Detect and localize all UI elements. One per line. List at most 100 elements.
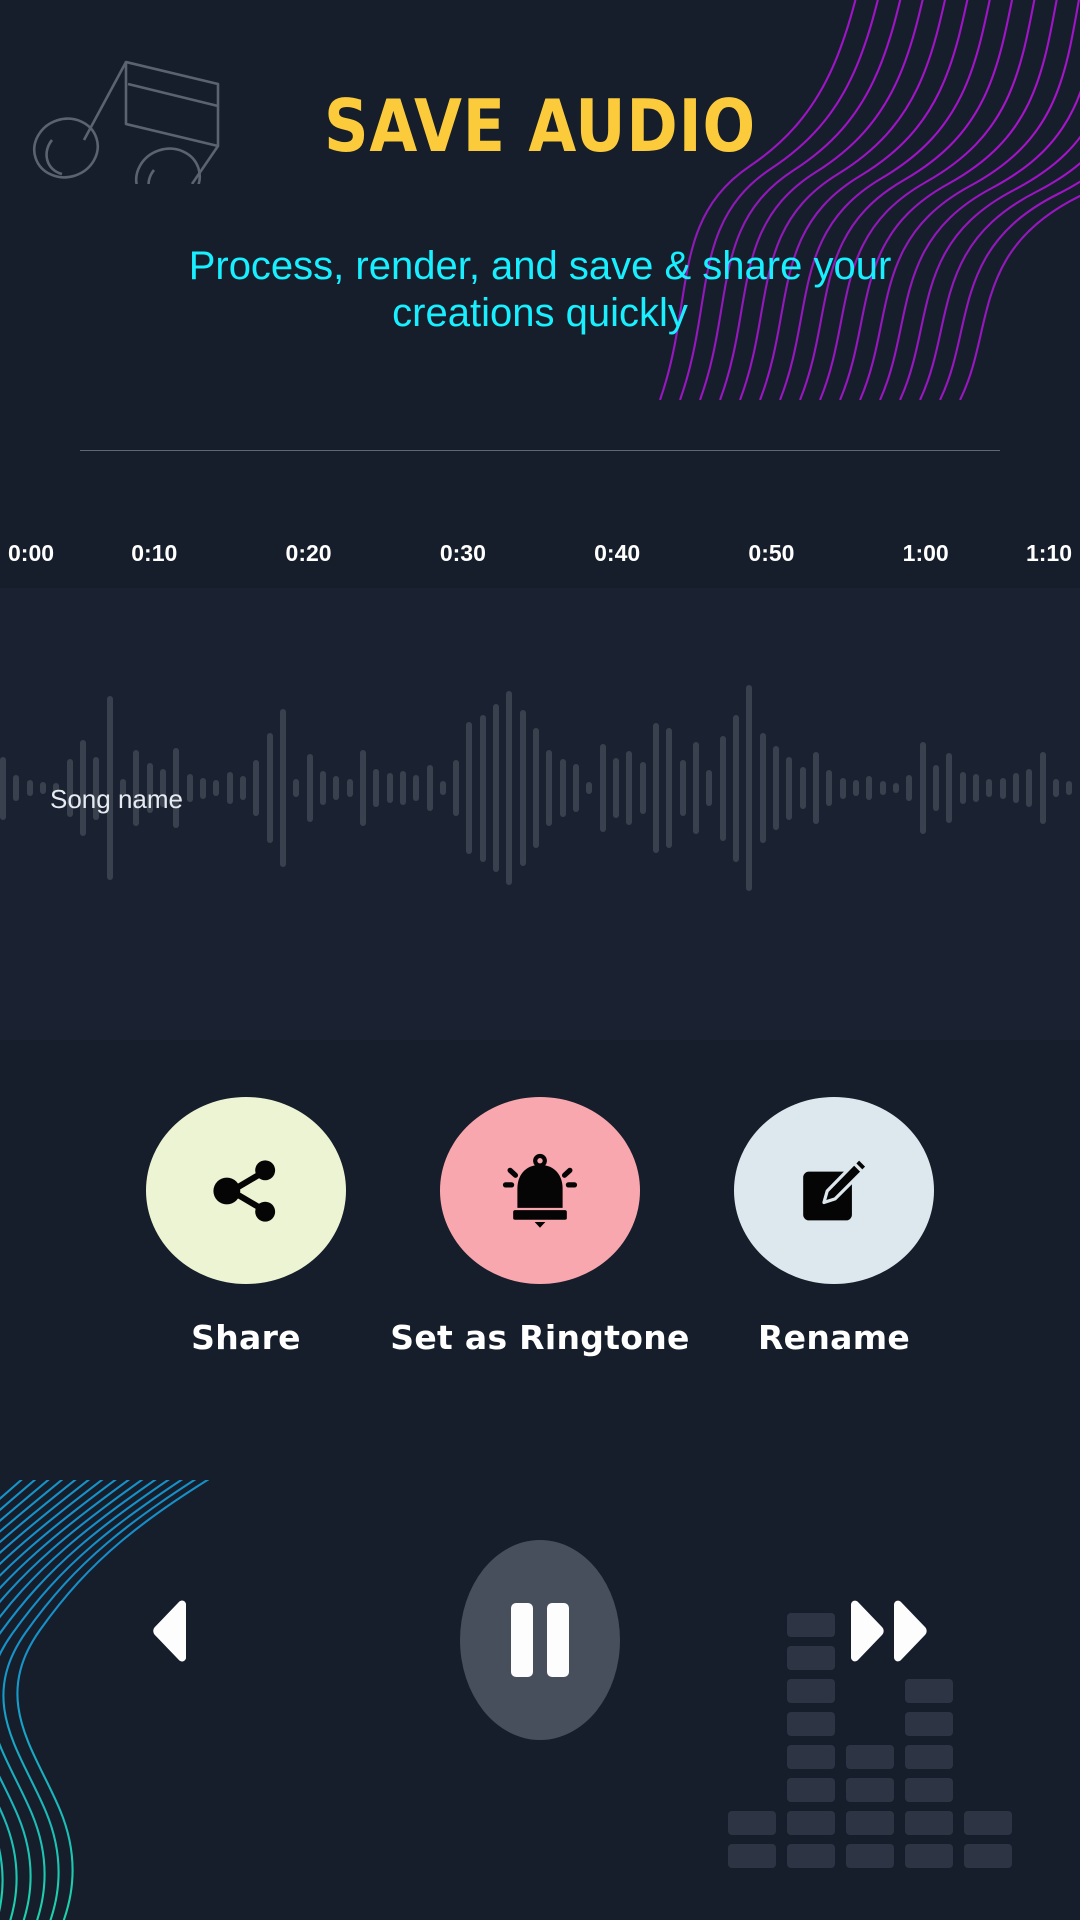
waveform-bar	[666, 728, 673, 848]
equalizer-segment	[905, 1844, 953, 1868]
timeline-tick: 0:50	[748, 540, 795, 566]
pause-button[interactable]	[460, 1540, 620, 1740]
equalizer-segment	[964, 1844, 1012, 1868]
bell-ring-icon	[502, 1153, 578, 1228]
waveform-bar	[946, 753, 953, 823]
rewind-icon	[153, 1600, 186, 1662]
set-as-ringtone-action[interactable]: Set as Ringtone	[390, 1097, 689, 1357]
page-subtitle: Process, render, and save & share your c…	[188, 244, 892, 336]
waveform-bar	[586, 781, 593, 795]
timeline-tick: 1:00	[902, 540, 949, 566]
set-as-ringtone-button[interactable]	[440, 1097, 640, 1284]
waveform-bar	[1052, 778, 1059, 798]
waveform-bar	[319, 771, 326, 805]
equalizer-graphic	[728, 1613, 1012, 1868]
waveform-bar	[759, 733, 766, 843]
waveform-bar	[453, 759, 460, 817]
waveform-bar	[719, 735, 726, 841]
waveform-bar	[213, 779, 220, 797]
waveform-bar	[1039, 752, 1046, 824]
equalizer-segment	[905, 1811, 953, 1835]
equalizer-segment	[787, 1745, 835, 1769]
rename-action[interactable]: Rename	[734, 1097, 934, 1357]
waveform-bar	[693, 741, 700, 835]
waveform-bar	[426, 764, 433, 812]
timeline-tick: 0:20	[285, 540, 332, 566]
equalizer-segment	[787, 1778, 835, 1802]
waveform-bar	[733, 714, 740, 862]
waveform-bar	[653, 722, 660, 854]
equalizer-segment	[787, 1646, 835, 1670]
waveform-bar	[639, 761, 646, 815]
equalizer-segment	[787, 1844, 835, 1868]
waveform-bar	[813, 752, 820, 824]
timeline-tick: 0:00	[8, 540, 55, 566]
timeline-tick: 0:10	[131, 540, 178, 566]
share-icon	[213, 1159, 276, 1222]
waveform-bar	[1012, 773, 1019, 803]
waveform-bar	[346, 778, 353, 798]
equalizer-column	[787, 1613, 835, 1868]
waveform-bar	[919, 741, 926, 835]
waveform-bar	[239, 776, 246, 800]
pause-icon	[511, 1603, 533, 1677]
waveform-bar	[786, 756, 793, 820]
waveform-bar	[333, 776, 340, 800]
share-action[interactable]: Share	[146, 1097, 346, 1357]
waveform-bar	[613, 757, 620, 819]
waveform-bar	[266, 733, 273, 843]
waveform-bar	[39, 781, 46, 795]
waveform-bar	[26, 779, 33, 797]
equalizer-segment	[905, 1712, 953, 1736]
waveform-bar	[373, 769, 380, 807]
waveform-bar	[972, 774, 979, 802]
waveform-bar	[506, 691, 513, 885]
pause-icon	[547, 1603, 569, 1677]
song-name-label: Song name	[50, 784, 183, 814]
waveform-bar	[199, 777, 206, 799]
waveform-bar	[546, 750, 553, 826]
waveform-bar	[519, 710, 526, 866]
equalizer-segment	[846, 1844, 894, 1868]
waveform-bar	[359, 750, 366, 826]
timeline-ruler[interactable]: 0:00 0:10 0:20 0:30 0:40 0:50 1:00 1:10	[0, 540, 1080, 584]
waveform-bar	[679, 759, 686, 817]
timeline-tick: 1:10	[1025, 540, 1072, 566]
share-label: Share	[191, 1318, 301, 1357]
equalizer-column	[905, 1679, 953, 1868]
equalizer-segment	[728, 1844, 776, 1868]
waveform-bar	[879, 780, 886, 796]
equalizer-segment	[905, 1745, 953, 1769]
waveform-bar	[626, 751, 633, 825]
rename-button[interactable]	[734, 1097, 934, 1284]
equalizer-segment	[905, 1778, 953, 1802]
equalizer-segment	[787, 1712, 835, 1736]
waveform-bar	[413, 775, 420, 801]
timeline-tick: 0:30	[439, 540, 486, 566]
waveform-bar	[839, 777, 846, 799]
waveform-bar	[306, 754, 313, 822]
waveform-bar	[573, 763, 580, 813]
waveform-bar	[959, 772, 966, 804]
waveform-bar	[746, 685, 753, 891]
equalizer-segment	[787, 1613, 835, 1637]
waveform-bar	[599, 743, 606, 833]
waveform-bar	[479, 714, 486, 862]
equalizer-segment	[846, 1745, 894, 1769]
waveform-bar	[853, 779, 859, 797]
waveform-bar	[906, 775, 913, 801]
waveform-bar	[186, 774, 193, 802]
page-title: SAVE AUDIO	[323, 84, 757, 168]
waveform-bar	[799, 767, 806, 809]
rewind-button[interactable]	[133, 1596, 229, 1666]
waveform-bar	[892, 782, 899, 794]
equalizer-column	[964, 1811, 1012, 1868]
share-button[interactable]	[146, 1097, 346, 1284]
waveform-bar	[773, 746, 780, 830]
waveform-bar	[226, 772, 233, 804]
equalizer-segment	[787, 1679, 835, 1703]
waveform-bar	[13, 775, 20, 801]
waveform-bar	[533, 728, 540, 848]
waveform-panel[interactable]: Song name	[0, 588, 1080, 1040]
waveform-bar	[706, 770, 713, 806]
